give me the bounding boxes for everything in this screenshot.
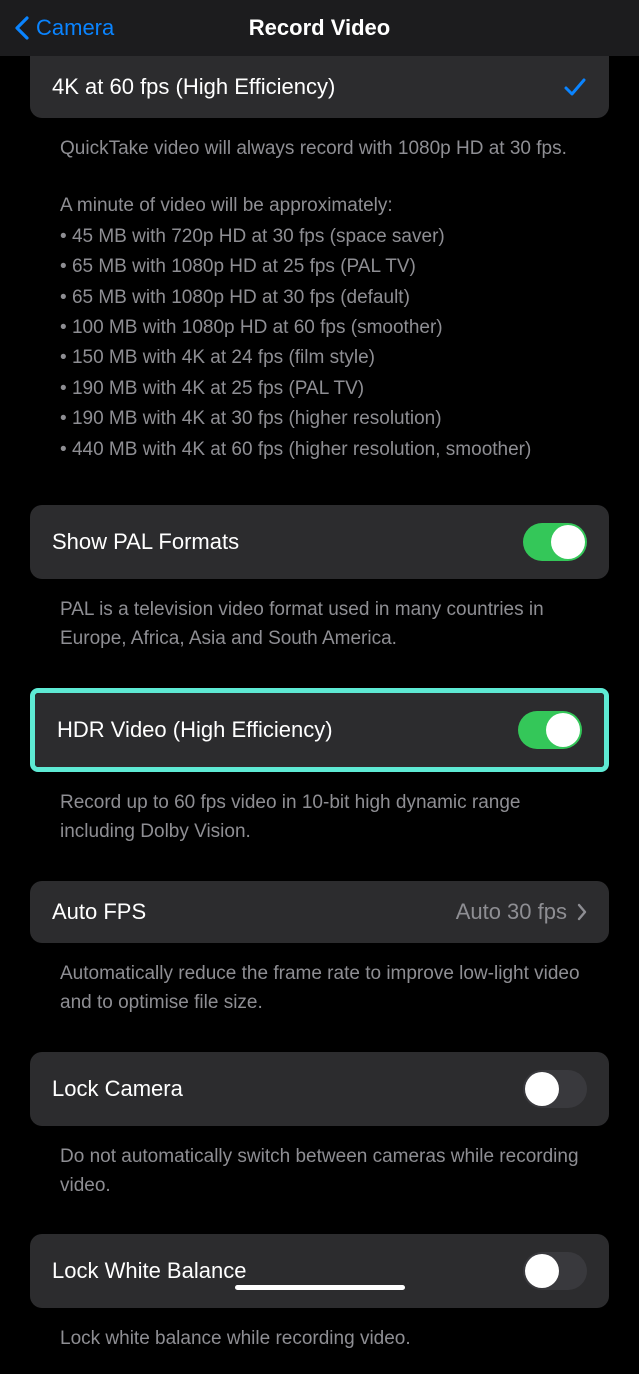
- pal-footer: PAL is a television video format used in…: [0, 579, 639, 654]
- page-title: Record Video: [249, 15, 390, 41]
- size-line: • 150 MB with 4K at 24 fps (film style): [60, 343, 591, 373]
- home-indicator[interactable]: [235, 1285, 405, 1290]
- show-pal-formats-row[interactable]: Show PAL Formats: [30, 505, 609, 579]
- hdr-label: HDR Video (High Efficiency): [57, 717, 333, 743]
- lockwb-label: Lock White Balance: [52, 1258, 246, 1284]
- size-line: • 65 MB with 1080p HD at 30 fps (default…: [60, 283, 591, 313]
- hdr-toggle[interactable]: [518, 711, 582, 749]
- size-line: • 65 MB with 1080p HD at 25 fps (PAL TV): [60, 252, 591, 282]
- resolution-label: 4K at 60 fps (High Efficiency): [52, 74, 335, 100]
- lockcam-label: Lock Camera: [52, 1076, 183, 1102]
- quicktake-note: QuickTake video will always record with …: [0, 118, 639, 163]
- navbar: Camera Record Video: [0, 0, 639, 56]
- autofps-footer: Automatically reduce the frame rate to i…: [0, 943, 639, 1018]
- autofps-value: Auto 30 fps: [456, 899, 567, 925]
- auto-fps-row[interactable]: Auto FPS Auto 30 fps: [30, 881, 609, 943]
- lockcam-footer: Do not automatically switch between came…: [0, 1126, 639, 1201]
- chevron-right-icon: [577, 903, 587, 921]
- lockwb-footer: Lock white balance while recording video…: [0, 1308, 639, 1353]
- pal-label: Show PAL Formats: [52, 529, 239, 555]
- resolution-option-selected[interactable]: 4K at 60 fps (High Efficiency): [30, 56, 609, 118]
- size-info: A minute of video will be approximately:…: [0, 163, 639, 505]
- autofps-label: Auto FPS: [52, 899, 456, 925]
- size-intro: A minute of video will be approximately:: [60, 195, 393, 216]
- size-line: • 190 MB with 4K at 25 fps (PAL TV): [60, 374, 591, 404]
- size-line: • 440 MB with 4K at 60 fps (higher resol…: [60, 435, 591, 465]
- lock-white-balance-row[interactable]: Lock White Balance: [30, 1234, 609, 1308]
- checkmark-icon: [563, 76, 587, 98]
- hdr-video-row[interactable]: HDR Video (High Efficiency): [35, 693, 604, 767]
- back-label: Camera: [36, 15, 114, 41]
- size-line: • 190 MB with 4K at 30 fps (higher resol…: [60, 404, 591, 434]
- lockwb-toggle[interactable]: [523, 1252, 587, 1290]
- pal-toggle[interactable]: [523, 523, 587, 561]
- size-line: • 100 MB with 1080p HD at 60 fps (smooth…: [60, 313, 591, 343]
- size-line: • 45 MB with 720p HD at 30 fps (space sa…: [60, 222, 591, 252]
- chevron-left-icon: [14, 16, 30, 40]
- back-button[interactable]: Camera: [14, 15, 114, 41]
- hdr-footer: Record up to 60 fps video in 10-bit high…: [0, 772, 639, 847]
- lock-camera-row[interactable]: Lock Camera: [30, 1052, 609, 1126]
- hdr-highlight: HDR Video (High Efficiency): [30, 688, 609, 772]
- lockcam-toggle[interactable]: [523, 1070, 587, 1108]
